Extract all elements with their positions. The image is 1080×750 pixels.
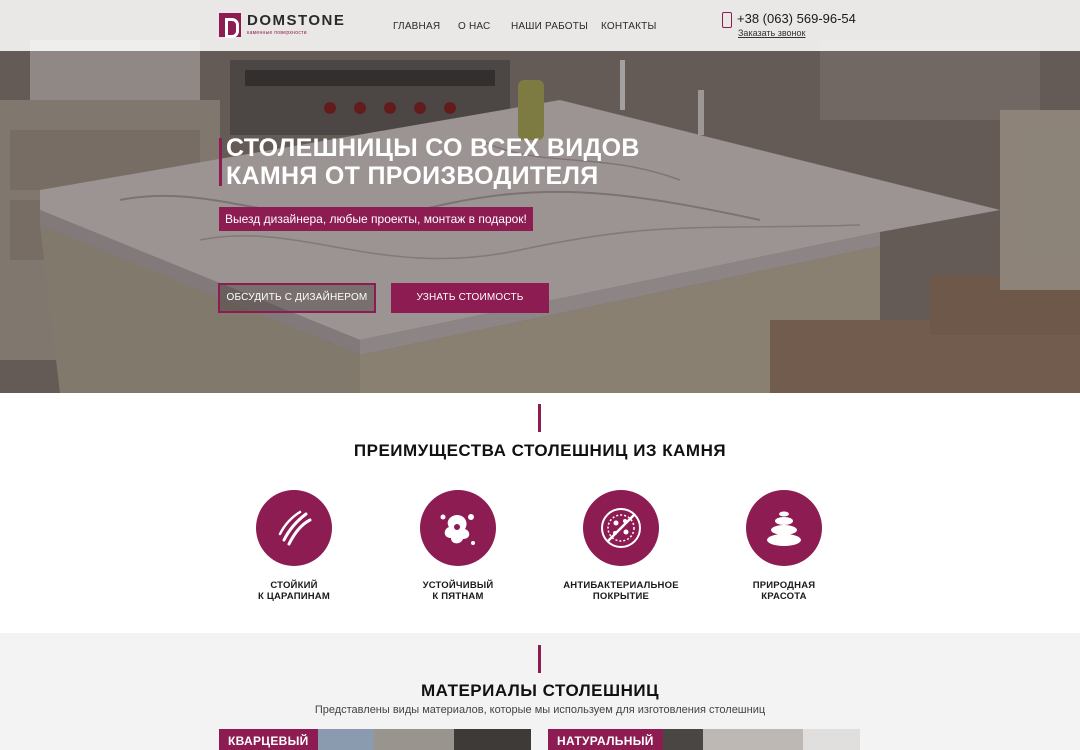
hero-title-line2: КАМНЯ ОТ ПРОИЗВОДИТЕЛЯ bbox=[226, 162, 599, 190]
stain-splash-icon bbox=[420, 490, 496, 566]
discuss-designer-button[interactable]: ОБСУДИТЬ С ДИЗАЙНЕРОМ bbox=[218, 283, 376, 313]
hero-title: СТОЛЕШНИЦЫ СО ВСЕХ ВИДОВ КАМНЯ ОТ ПРОИЗВ… bbox=[226, 134, 686, 190]
section-divider bbox=[538, 645, 541, 673]
advantage-line2: КРАСОТА bbox=[761, 591, 807, 602]
advantage-line1: ПРИРОДНАЯ bbox=[752, 580, 816, 591]
advantage-line1: СТОЙКИЙ bbox=[270, 580, 318, 591]
scratch-icon bbox=[256, 490, 332, 566]
nav-item-home[interactable]: ГЛАВНАЯ bbox=[393, 21, 440, 32]
get-price-button[interactable]: УЗНАТЬ СТОИМОСТЬ bbox=[391, 283, 549, 313]
logo-name: DOMSTONE bbox=[247, 12, 346, 29]
material-card-natural[interactable]: НАТУРАЛЬНЫЙ bbox=[548, 729, 860, 750]
advantage-line2: К ПЯТНАМ bbox=[432, 591, 484, 602]
advantage-line2: К ЦАРАПИНАМ bbox=[258, 591, 330, 602]
hero-banner: СТОЛЕШНИЦЫ СО ВСЕХ ВИДОВ КАМНЯ ОТ ПРОИЗВ… bbox=[0, 0, 1080, 393]
materials-subtitle: Представлены виды материалов, которые мы… bbox=[314, 704, 766, 716]
nav-item-about[interactable]: О НАС bbox=[458, 21, 490, 32]
advantage-line2: ПОКРЫТИЕ bbox=[592, 591, 650, 602]
phone-number[interactable]: +38 (063) 569-96-54 bbox=[737, 11, 856, 26]
callback-link[interactable]: Заказать звонок bbox=[738, 28, 805, 38]
material-card-label: КВАРЦЕВЫЙ bbox=[219, 729, 318, 750]
no-bacteria-icon bbox=[583, 490, 659, 566]
logo-tagline: каменные поверхности bbox=[247, 30, 307, 36]
section-divider bbox=[538, 404, 541, 432]
material-card-label: НАТУРАЛЬНЫЙ bbox=[548, 729, 663, 750]
advantage-item: АНТИБАКТЕРИАЛЬНОЕ ПОКРЫТИЕ bbox=[556, 490, 686, 602]
smartphone-icon bbox=[722, 12, 732, 28]
site-header: DOMSTONE каменные поверхности ГЛАВНАЯ О … bbox=[0, 0, 1080, 51]
advantage-item: УСТОЙЧИВЫЙ К ПЯТНАМ bbox=[393, 490, 523, 602]
advantage-line1: АНТИБАКТЕРИАЛЬНОЕ bbox=[563, 580, 679, 591]
advantages-title: ПРЕИМУЩЕСТВА СТОЛЕШНИЦ ИЗ КАМНЯ bbox=[353, 441, 727, 460]
advantage-item: СТОЙКИЙ К ЦАРАПИНАМ bbox=[229, 490, 359, 602]
materials-title: МАТЕРИАЛЫ СТОЛЕШНИЦ bbox=[420, 681, 660, 700]
logo-mark-icon bbox=[219, 13, 241, 38]
hero-subtitle: Выезд дизайнера, любые проекты, монтаж в… bbox=[219, 207, 533, 231]
nav-item-works[interactable]: НАШИ РАБОТЫ bbox=[511, 21, 588, 32]
stacked-stones-icon bbox=[746, 490, 822, 566]
logo[interactable]: DOMSTONE каменные поверхности bbox=[219, 12, 346, 38]
material-card-quartz[interactable]: КВАРЦЕВЫЙ bbox=[219, 729, 531, 750]
hero-title-line1: СТОЛЕШНИЦЫ СО ВСЕХ ВИДОВ bbox=[226, 134, 640, 162]
advantage-item: ПРИРОДНАЯ КРАСОТА bbox=[719, 490, 849, 602]
hero-overlay bbox=[0, 0, 1080, 393]
advantage-line1: УСТОЙЧИВЫЙ bbox=[422, 580, 494, 591]
hero-title-accent bbox=[219, 138, 222, 186]
nav-item-contacts[interactable]: КОНТАКТЫ bbox=[601, 21, 657, 32]
